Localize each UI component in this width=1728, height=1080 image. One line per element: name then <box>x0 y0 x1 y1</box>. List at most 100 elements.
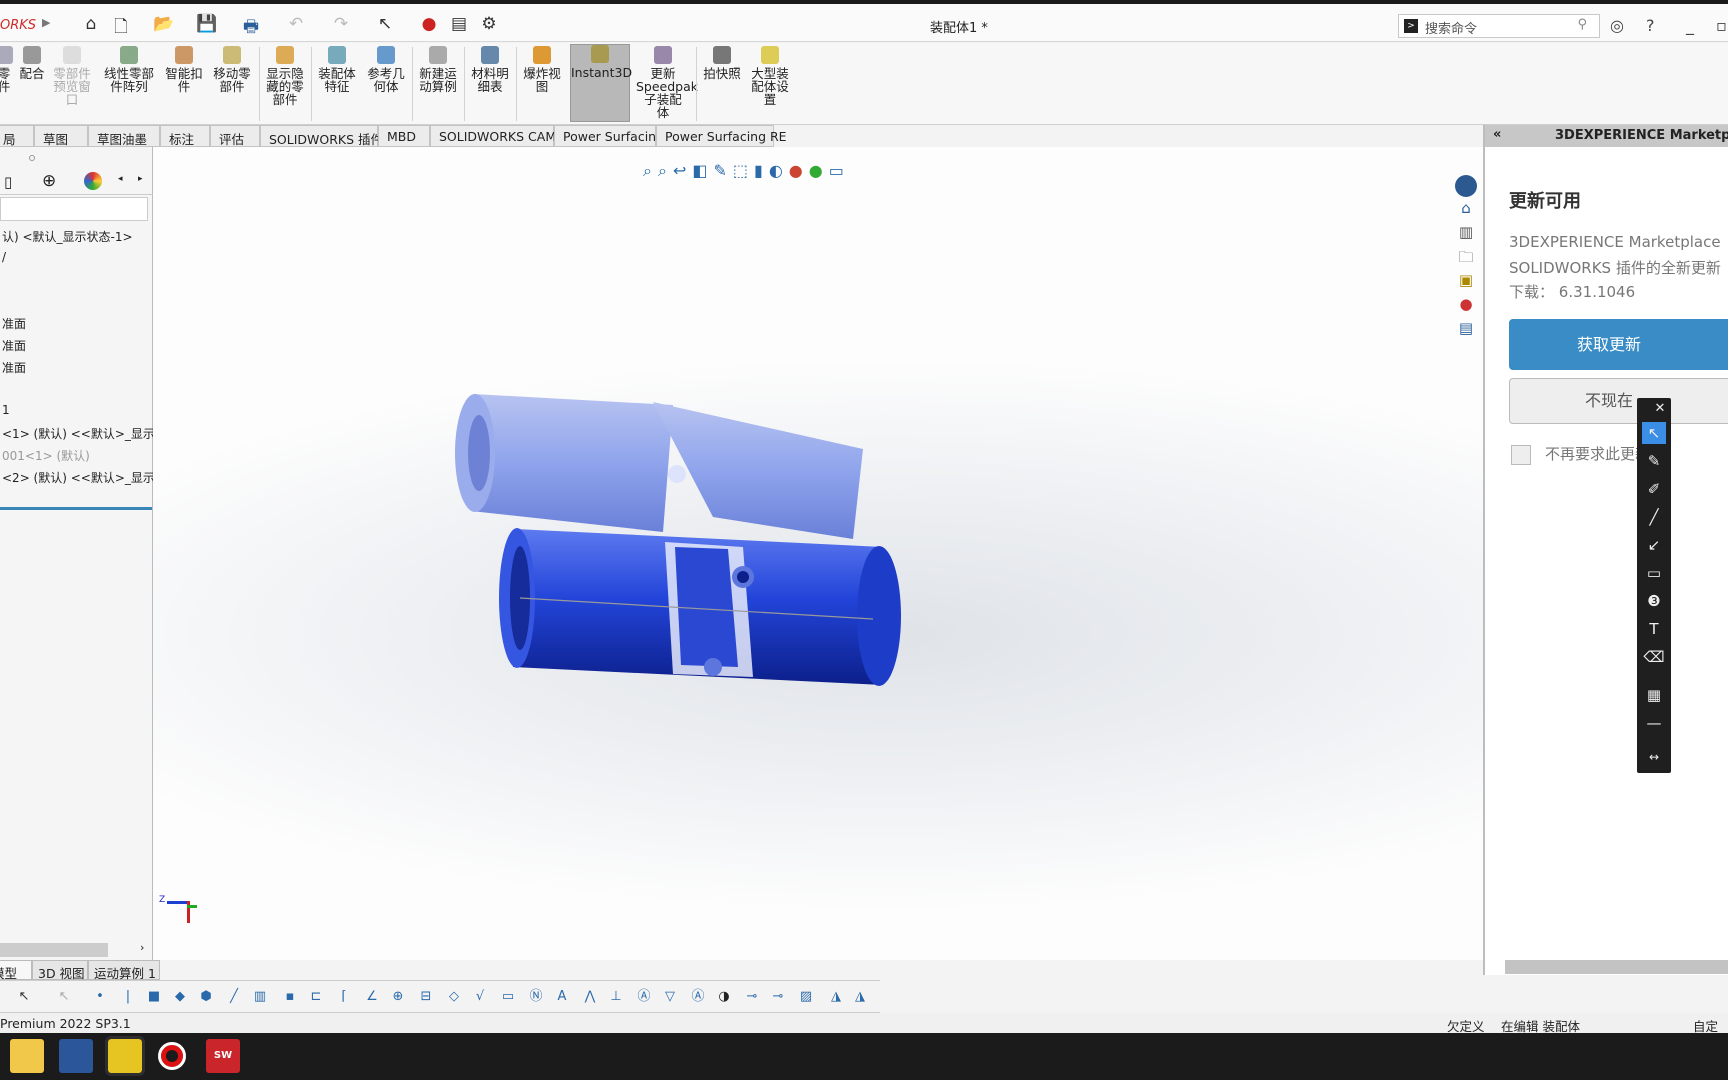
print-icon[interactable]: 🖶 <box>240 14 262 43</box>
line-tool-icon[interactable]: ╱ <box>1642 506 1666 528</box>
weld-icon[interactable]: ⋀ <box>582 989 598 1005</box>
tab-layout[interactable]: 局 <box>0 125 34 147</box>
gtol-icon[interactable]: ▭ <box>500 989 516 1005</box>
tab-power-surfacing-re[interactable]: Power Surfacing RE <box>656 125 787 147</box>
tree-item-component[interactable]: <1> (默认) <<默认>_显示状 <box>2 425 167 442</box>
horizontal-scrollbar[interactable] <box>0 943 108 957</box>
account-icon[interactable]: ◎ <box>1610 16 1624 35</box>
transparency-icon[interactable]: ▦ <box>1642 684 1666 706</box>
connector-2-icon[interactable]: ⊸ <box>770 989 786 1005</box>
tab-scroll-right-icon[interactable]: ▸ <box>138 174 143 184</box>
datum-target-icon[interactable]: ▽ <box>662 989 678 1005</box>
plane-face-icon[interactable]: ▥ <box>252 989 268 1005</box>
note-icon[interactable]: Ⓝ <box>528 989 544 1005</box>
surface-icon[interactable]: ◆ <box>172 989 188 1005</box>
solidworks-2022-taskbar-icon[interactable]: SW <box>206 1039 240 1073</box>
options-gear-icon[interactable]: ⚙ <box>478 14 500 34</box>
traffic-light-icon[interactable]: ● <box>418 14 440 34</box>
property-manager-icon[interactable]: ▯ <box>4 173 12 191</box>
sensor-2-icon[interactable]: ◮ <box>852 989 868 1005</box>
connector-icon[interactable]: ⊸ <box>744 989 760 1005</box>
tab-solidworks-cam[interactable]: SOLIDWORKS CAM <box>430 125 556 147</box>
not-now-button[interactable]: 不现在 <box>1509 378 1728 424</box>
ribbon-component-preview[interactable]: 零部件 预览窗 口 <box>50 46 94 106</box>
collapse-pane-icon[interactable]: « <box>1493 127 1501 142</box>
axis-icon[interactable]: | <box>120 989 136 1005</box>
minimize-button[interactable]: _ <box>1686 16 1694 35</box>
menu-expand-arrow-icon[interactable]: ▶ <box>42 16 50 29</box>
center-icon[interactable]: ⊕ <box>390 989 406 1005</box>
dimension-icon[interactable]: ⌈ <box>336 989 352 1005</box>
text-annotation-icon[interactable]: A <box>554 989 570 1005</box>
open-icon[interactable]: 📂 <box>153 14 175 34</box>
annotation-view-icon[interactable]: Ⓐ <box>690 989 706 1005</box>
record-taskbar-icon[interactable] <box>158 1042 186 1070</box>
rollback-bar[interactable] <box>0 507 152 510</box>
select-icon[interactable]: ↖ <box>374 14 396 34</box>
line-icon[interactable]: ╱ <box>226 989 242 1005</box>
tab-scroll-left-icon[interactable]: ◂ <box>118 174 123 184</box>
angle-icon[interactable]: ∠ <box>364 989 380 1005</box>
arrow-tool-icon[interactable]: ↙ <box>1642 534 1666 556</box>
tree-filter-input[interactable] <box>0 197 148 221</box>
ribbon-show-hidden[interactable]: 显示隐 藏的零 部件 <box>264 46 306 106</box>
expand-toolbar-icon[interactable]: ↔ <box>1642 746 1666 768</box>
help-icon[interactable]: ? <box>1646 16 1655 35</box>
file-properties-icon[interactable]: ▤ <box>448 14 470 34</box>
panel-pin-icon[interactable] <box>29 155 35 161</box>
redo-icon[interactable]: ↷ <box>330 14 352 34</box>
search-commands-input[interactable]: > 搜索命令 ⚲ <box>1398 14 1600 38</box>
tree-item-plane[interactable]: 准面 <box>2 359 26 376</box>
configuration-manager-crosshair-icon[interactable]: ⊕ <box>42 171 56 191</box>
numbered-marker-icon[interactable]: ❸ <box>1642 590 1666 612</box>
get-update-button[interactable]: 获取更新 <box>1509 319 1728 370</box>
tree-item[interactable]: / <box>2 250 6 264</box>
new-file-icon[interactable]: 🗋 <box>110 14 132 43</box>
tree-item-plane[interactable]: 准面 <box>2 337 26 354</box>
solid-icon[interactable]: ⬢ <box>198 989 214 1005</box>
ribbon-reference-geometry[interactable]: 参考几 何体 <box>364 46 408 93</box>
line-width-icon[interactable]: — <box>1642 712 1666 734</box>
tree-item-plane[interactable]: 准面 <box>2 315 26 332</box>
select-arrow-icon[interactable]: ↖ <box>16 989 32 1005</box>
ribbon-linear-pattern[interactable]: 线性零部 件阵列 <box>100 46 158 93</box>
scroll-right-icon[interactable]: › <box>140 941 144 954</box>
pointer-tool-icon[interactable]: ↖ <box>1642 422 1666 444</box>
file-explorer-taskbar-icon[interactable] <box>10 1039 44 1073</box>
restore-button[interactable]: ▫ <box>1716 16 1727 35</box>
undo-icon[interactable]: ↶ <box>285 14 307 34</box>
tab-markup[interactable]: 标注 <box>160 125 210 147</box>
search-icon[interactable]: ⚲ <box>1577 17 1587 32</box>
save-icon[interactable]: 💾 <box>196 14 218 34</box>
tab-3d-views[interactable]: 3D 视图 <box>32 960 88 981</box>
sensor-icon[interactable]: ◮ <box>828 989 844 1005</box>
presenter-taskbar-icon[interactable] <box>105 1036 145 1076</box>
home-icon[interactable]: ⌂ <box>80 14 102 34</box>
rectangle-tool-icon[interactable]: ▭ <box>1642 562 1666 584</box>
ribbon-large-assembly-settings[interactable]: 大型装 配体设 置 <box>748 46 792 106</box>
tag-icon[interactable]: ◇ <box>446 989 462 1005</box>
datum-icon[interactable]: ⊟ <box>418 989 434 1005</box>
upper-yoke[interactable] <box>455 394 863 539</box>
graphics-area[interactable]: ⌕⌕↩◧✎⬚▮◐●●▭ ◫◨_❐✕ ⌂ ▥ 🗀 ▣ ● ▤ <box>153 147 1483 960</box>
tree-item-component[interactable]: 001<1> (默认) <box>2 447 90 464</box>
ribbon-smart-fasteners[interactable]: 智能扣 件 <box>162 46 206 93</box>
tab-solidworks-addins[interactable]: SOLIDWORKS 插件 <box>260 125 383 147</box>
ribbon-move-component[interactable]: 移动零 部件 <box>210 46 254 93</box>
marker-tool-icon[interactable]: ✐ <box>1642 478 1666 500</box>
tree-item-component[interactable]: <2> (默认) <<默认>_显示状 <box>2 469 167 486</box>
edge-icon[interactable]: ⊏ <box>308 989 324 1005</box>
ribbon-assembly-features[interactable]: 装配体 特征 <box>315 46 359 93</box>
ribbon-mate[interactable]: 配合 <box>16 46 48 80</box>
hatch-icon[interactable]: ⊥ <box>608 989 624 1005</box>
display-manager-icon[interactable] <box>84 172 102 190</box>
tab-evaluate[interactable]: 评估 <box>210 125 260 147</box>
surface-finish-icon[interactable]: √ <box>472 989 488 1005</box>
center-of-mass-icon[interactable]: ◑ <box>716 989 732 1005</box>
text-tool-icon[interactable]: T <box>1642 618 1666 640</box>
plane-icon[interactable]: ■ <box>146 989 162 1005</box>
ribbon-insert-part[interactable]: 零 件 <box>0 46 16 93</box>
tree-item-root[interactable]: 认) <默认_显示状态-1> <box>2 228 133 245</box>
ribbon-new-motion-study[interactable]: 新建运 动算例 <box>416 46 460 93</box>
pen-tool-icon[interactable]: ✎ <box>1642 450 1666 472</box>
